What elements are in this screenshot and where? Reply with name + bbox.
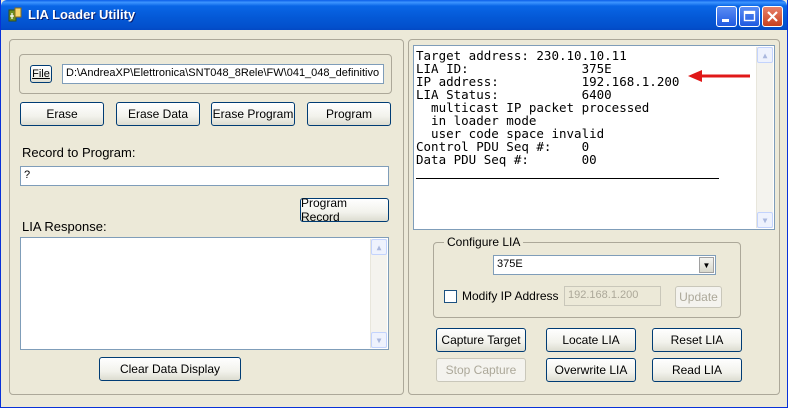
app-icon — [8, 7, 22, 22]
red-arrow-icon — [688, 70, 750, 82]
scroll-down-icon[interactable]: ▼ — [757, 212, 773, 228]
main-content: File D:\AndreaXP\Elettronica\SNT048_8Rel… — [4, 30, 784, 404]
configure-lia-label: Configure LIA — [444, 235, 524, 249]
file-group: File D:\AndreaXP\Elettronica\SNT048_8Rel… — [19, 54, 392, 94]
app-window: LIA Loader Utility File D:\AndreaXP\Elet… — [0, 0, 788, 408]
update-button[interactable]: Update — [675, 286, 722, 308]
capture-target-button[interactable]: Capture Target — [436, 328, 526, 352]
ip-address-field[interactable]: 192.168.1.200 — [564, 286, 661, 306]
configure-lia-group: Configure LIA 375E ▼ Modify IP Address 1… — [433, 235, 741, 318]
record-input[interactable]: ? — [20, 166, 389, 186]
program-button[interactable]: Program — [307, 102, 391, 126]
response-textarea[interactable]: ▲ ▼ — [20, 237, 389, 350]
reset-lia-button[interactable]: Reset LIA — [652, 328, 742, 352]
title-bar[interactable]: LIA Loader Utility — [1, 0, 787, 30]
response-scrollbar[interactable]: ▲ ▼ — [370, 239, 387, 348]
modify-ip-checkbox[interactable] — [444, 290, 457, 303]
console-separator — [416, 178, 719, 179]
modify-ip-label: Modify IP Address — [462, 289, 559, 303]
erase-button[interactable]: Erase — [20, 102, 104, 126]
minimize-button[interactable] — [716, 6, 737, 27]
overwrite-lia-button[interactable]: Overwrite LIA — [546, 358, 636, 382]
maximize-button[interactable] — [739, 6, 760, 27]
maximize-icon — [743, 10, 756, 22]
scroll-down-icon[interactable]: ▼ — [371, 332, 387, 348]
lia-select[interactable]: 375E ▼ — [493, 255, 716, 275]
file-button[interactable]: File — [30, 65, 52, 83]
scroll-up-icon[interactable]: ▲ — [371, 239, 387, 255]
console-line: Data PDU Seq #: 00 — [416, 152, 597, 167]
read-lia-button[interactable]: Read LIA — [652, 358, 742, 382]
close-button[interactable] — [762, 6, 783, 27]
console-output[interactable]: Target address: 230.10.10.11 LIA ID: 375E… — [413, 45, 775, 230]
window-title: LIA Loader Utility — [28, 7, 136, 22]
clear-data-display-button[interactable]: Clear Data Display — [99, 357, 241, 381]
record-label: Record to Program: — [22, 145, 136, 160]
console-scrollbar[interactable]: ▲ ▼ — [756, 47, 773, 228]
erase-data-button[interactable]: Erase Data — [116, 102, 200, 126]
chevron-down-icon[interactable]: ▼ — [699, 257, 714, 273]
lia-select-value: 375E — [497, 258, 523, 270]
response-label: LIA Response: — [22, 219, 107, 234]
minimize-icon — [722, 19, 729, 22]
program-record-button[interactable]: Program Record — [300, 196, 389, 224]
erase-program-button[interactable]: Erase Program — [211, 102, 295, 126]
stop-capture-button[interactable]: Stop Capture — [436, 358, 526, 382]
scroll-up-icon[interactable]: ▲ — [757, 47, 773, 63]
file-path-field[interactable]: D:\AndreaXP\Elettronica\SNT048_8Rele\FW\… — [62, 64, 384, 84]
locate-lia-button[interactable]: Locate LIA — [546, 328, 636, 352]
close-icon — [767, 11, 778, 22]
